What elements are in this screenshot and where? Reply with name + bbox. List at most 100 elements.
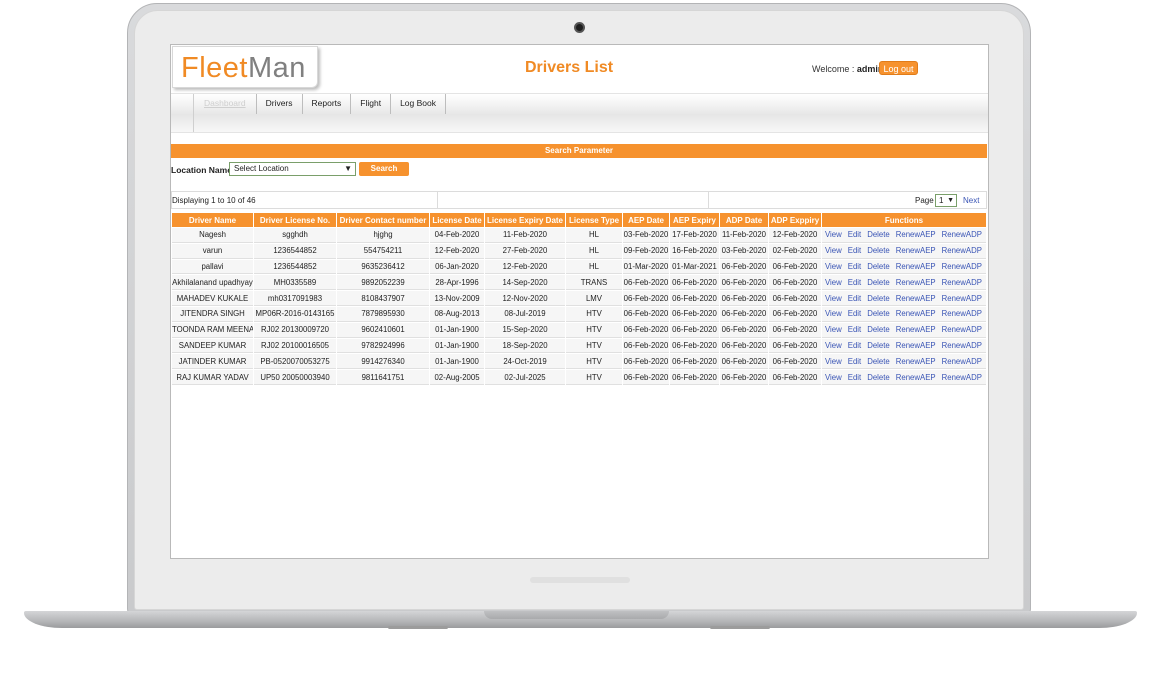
search-button[interactable]: Search bbox=[359, 162, 409, 176]
functions-cell: View Edit Delete RenewAEP RenewADP bbox=[822, 338, 986, 354]
table-cell: SANDEEP KUMAR bbox=[172, 338, 253, 354]
edit-link[interactable]: Edit bbox=[848, 230, 861, 239]
delete-link[interactable]: Delete bbox=[867, 246, 890, 255]
renew-aep-link[interactable]: RenewAEP bbox=[896, 246, 936, 255]
table-cell: 11-Feb-2020 bbox=[720, 228, 768, 243]
delete-link[interactable]: Delete bbox=[867, 262, 890, 271]
renew-adp-link[interactable]: RenewADP bbox=[942, 294, 982, 303]
table-cell: 01-Jan-1900 bbox=[430, 322, 484, 338]
pagination-bar: Displaying 1 to 10 of 46 Page 1 ▼ Next bbox=[171, 191, 987, 209]
table-cell: 06-Feb-2020 bbox=[769, 275, 821, 291]
next-page-link[interactable]: Next bbox=[963, 196, 979, 205]
delete-link[interactable]: Delete bbox=[867, 357, 890, 366]
delete-link[interactable]: Delete bbox=[867, 230, 890, 239]
renew-adp-link[interactable]: RenewADP bbox=[942, 246, 982, 255]
functions-cell: View Edit Delete RenewAEP RenewADP bbox=[822, 243, 986, 259]
renew-aep-link[interactable]: RenewAEP bbox=[896, 325, 936, 334]
renew-adp-link[interactable]: RenewADP bbox=[942, 278, 982, 287]
table-cell: 06-Feb-2020 bbox=[670, 291, 719, 306]
view-link[interactable]: View bbox=[825, 230, 842, 239]
table-cell: 02-Feb-2020 bbox=[769, 243, 821, 259]
delete-link[interactable]: Delete bbox=[867, 278, 890, 287]
table-cell: 06-Feb-2020 bbox=[720, 259, 768, 275]
fleetman-logo[interactable]: FleetMan bbox=[172, 46, 318, 88]
renew-aep-link[interactable]: RenewAEP bbox=[896, 357, 936, 366]
delete-link[interactable]: Delete bbox=[867, 294, 890, 303]
renew-aep-link[interactable]: RenewAEP bbox=[896, 262, 936, 271]
nav-item-flight[interactable]: Flight bbox=[351, 94, 392, 114]
display-count: Displaying 1 to 10 of 46 bbox=[172, 196, 256, 205]
nav-item-reports[interactable]: Reports bbox=[303, 94, 352, 114]
table-header-row: Driver Name Driver License No. Driver Cont… bbox=[172, 213, 986, 227]
delete-link[interactable]: Delete bbox=[867, 309, 890, 318]
renew-aep-link[interactable]: RenewAEP bbox=[896, 278, 936, 287]
renew-aep-link[interactable]: RenewAEP bbox=[896, 294, 936, 303]
table-cell: 8108437907 bbox=[337, 291, 429, 306]
table-cell: 01-Jan-1900 bbox=[430, 354, 484, 370]
table-cell: RJ02 20130009720 bbox=[254, 322, 336, 338]
renew-adp-link[interactable]: RenewADP bbox=[942, 357, 982, 366]
renew-adp-link[interactable]: RenewADP bbox=[942, 325, 982, 334]
renew-aep-link[interactable]: RenewAEP bbox=[896, 341, 936, 350]
table-cell: 06-Feb-2020 bbox=[670, 322, 719, 338]
edit-link[interactable]: Edit bbox=[848, 246, 861, 255]
edit-link[interactable]: Edit bbox=[848, 325, 861, 334]
laptop-brand-mark bbox=[530, 577, 630, 583]
table-cell: 27-Feb-2020 bbox=[485, 243, 565, 259]
view-link[interactable]: View bbox=[825, 341, 842, 350]
renew-adp-link[interactable]: RenewADP bbox=[942, 373, 982, 382]
delete-link[interactable]: Delete bbox=[867, 325, 890, 334]
view-link[interactable]: View bbox=[825, 325, 842, 334]
page-select[interactable]: 1 ▼ bbox=[935, 194, 957, 207]
laptop-notch bbox=[484, 611, 669, 619]
view-link[interactable]: View bbox=[825, 278, 842, 287]
renew-aep-link[interactable]: RenewAEP bbox=[896, 373, 936, 382]
view-link[interactable]: View bbox=[825, 262, 842, 271]
table-cell: 1236544852 bbox=[254, 259, 336, 275]
table-row: pallavi 1236544852 9635236412 06-Jan-2020 12… bbox=[172, 259, 986, 275]
table-cell: 06-Feb-2020 bbox=[769, 306, 821, 322]
table-cell: HL bbox=[566, 259, 622, 275]
renew-adp-link[interactable]: RenewADP bbox=[942, 309, 982, 318]
delete-link[interactable]: Delete bbox=[867, 341, 890, 350]
edit-link[interactable]: Edit bbox=[848, 341, 861, 350]
renew-aep-link[interactable]: RenewAEP bbox=[896, 309, 936, 318]
delete-link[interactable]: Delete bbox=[867, 373, 890, 382]
table-cell: 11-Feb-2020 bbox=[485, 228, 565, 243]
edit-link[interactable]: Edit bbox=[848, 373, 861, 382]
functions-cell: View Edit Delete RenewAEP RenewADP bbox=[822, 228, 986, 243]
nav-item-log-book[interactable]: Log Book bbox=[391, 94, 446, 114]
edit-link[interactable]: Edit bbox=[848, 357, 861, 366]
table-cell: 9782924996 bbox=[337, 338, 429, 354]
location-select[interactable]: Select Location ▼ bbox=[229, 162, 356, 176]
nav-item-drivers[interactable]: Drivers bbox=[257, 94, 303, 114]
app-header: FleetMan Drivers List Welcome : admin Lo… bbox=[171, 45, 988, 93]
table-cell: 18-Sep-2020 bbox=[485, 338, 565, 354]
welcome-label: Welcome : bbox=[812, 64, 857, 74]
table-cell: JITENDRA SINGH bbox=[172, 306, 253, 322]
nav-item-dashboard[interactable]: Dashboard bbox=[194, 94, 257, 114]
edit-link[interactable]: Edit bbox=[848, 309, 861, 318]
view-link[interactable]: View bbox=[825, 357, 842, 366]
table-cell: 01-Mar-2020 bbox=[623, 259, 669, 275]
renew-aep-link[interactable]: RenewAEP bbox=[896, 230, 936, 239]
edit-link[interactable]: Edit bbox=[848, 262, 861, 271]
view-link[interactable]: View bbox=[825, 373, 842, 382]
renew-adp-link[interactable]: RenewADP bbox=[942, 262, 982, 271]
view-link[interactable]: View bbox=[825, 294, 842, 303]
table-cell: 08-Jul-2019 bbox=[485, 306, 565, 322]
table-row: Akhilalanand upadhyay MH0335589 9892052239… bbox=[172, 275, 986, 291]
table-cell: HTV bbox=[566, 306, 622, 322]
view-link[interactable]: View bbox=[825, 246, 842, 255]
table-cell: pallavi bbox=[172, 259, 253, 275]
edit-link[interactable]: Edit bbox=[848, 294, 861, 303]
edit-link[interactable]: Edit bbox=[848, 278, 861, 287]
table-row: JITENDRA SINGH MP06R-2016-0143165 78798959… bbox=[172, 306, 986, 322]
renew-adp-link[interactable]: RenewADP bbox=[942, 230, 982, 239]
renew-adp-link[interactable]: RenewADP bbox=[942, 341, 982, 350]
search-row: Location Name : Select Location ▼ Search bbox=[171, 162, 988, 178]
table-cell: 03-Feb-2020 bbox=[720, 243, 768, 259]
logout-button[interactable]: Log out bbox=[879, 61, 918, 75]
view-link[interactable]: View bbox=[825, 309, 842, 318]
nav-bar: Dashboard Drivers Reports Flight Log Boo… bbox=[171, 93, 988, 133]
